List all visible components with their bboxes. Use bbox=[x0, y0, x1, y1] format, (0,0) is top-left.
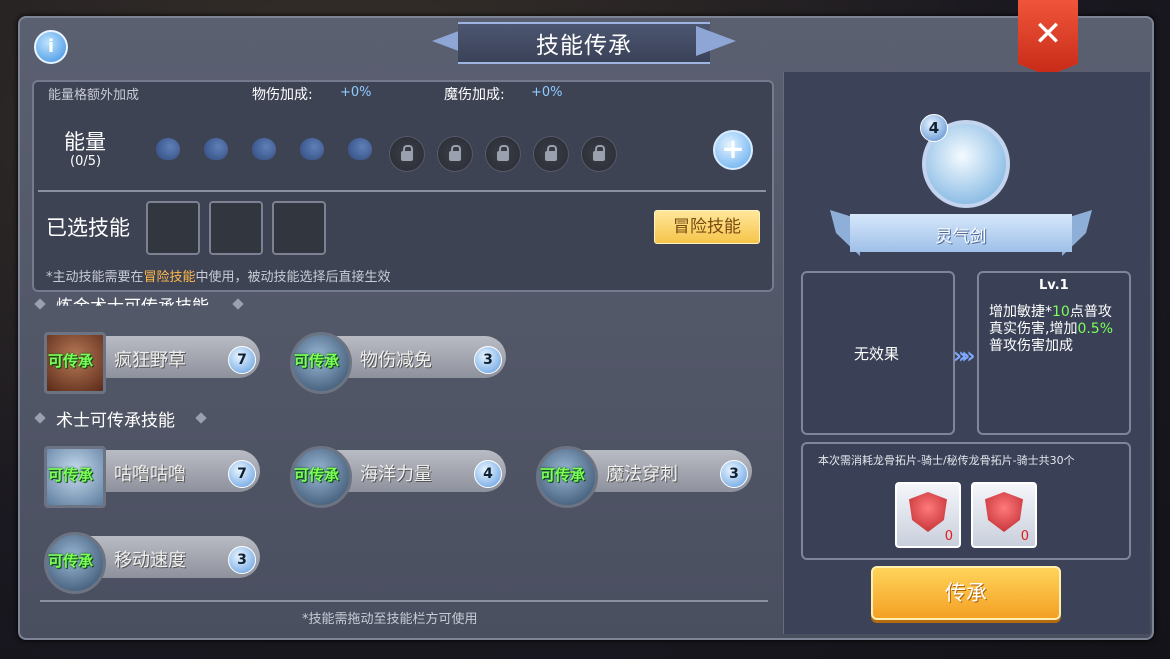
current-effect: 无效果 bbox=[854, 345, 900, 363]
skill-name: 海洋力量 bbox=[360, 464, 432, 485]
energy-label: 能量 bbox=[64, 130, 106, 154]
skill-name-ribbon: 灵气剑 bbox=[830, 210, 1092, 256]
inheritable-tag: 可传承 bbox=[48, 552, 94, 570]
inheritable-tag: 可传承 bbox=[48, 466, 94, 484]
cost-description: 本次需消耗龙骨拓片-骑士/秘传龙骨拓片-骑士共30个 bbox=[818, 454, 1075, 467]
add-energy-button[interactable]: + bbox=[713, 130, 753, 170]
title-banner: 技能传承 bbox=[432, 20, 736, 64]
note-highlight: 冒险技能 bbox=[143, 270, 196, 285]
energy-count: (0/5) bbox=[70, 154, 102, 169]
energy-slot-icon bbox=[154, 136, 182, 164]
skill-card[interactable]: 可传承 疯狂野草 7 bbox=[44, 332, 264, 394]
lock-icon[interactable] bbox=[437, 136, 473, 172]
lock-icon[interactable] bbox=[389, 136, 425, 172]
magic-bonus-value: +0% bbox=[531, 85, 563, 100]
inherit-button[interactable]: 传承 bbox=[871, 566, 1061, 620]
inheritable-tag: 可传承 bbox=[540, 466, 586, 484]
skill-name: 魔法穿刺 bbox=[606, 464, 678, 485]
info-icon[interactable]: i bbox=[34, 30, 68, 64]
arrow-right-icon: »» bbox=[953, 344, 976, 369]
lock-icon[interactable] bbox=[485, 136, 521, 172]
phys-bonus-value: +0% bbox=[340, 85, 372, 100]
selected-skill-slot[interactable] bbox=[146, 201, 200, 255]
skill-level: 7 bbox=[228, 346, 256, 374]
cost-item[interactable]: 0 bbox=[971, 482, 1037, 548]
selected-skill-slot[interactable] bbox=[209, 201, 263, 255]
cost-item[interactable]: 0 bbox=[895, 482, 961, 548]
selected-skill-slot[interactable] bbox=[272, 201, 326, 255]
skill-level: 4 bbox=[474, 460, 502, 488]
cost-item-count: 0 bbox=[944, 529, 953, 544]
inheritable-tag: 可传承 bbox=[294, 352, 340, 370]
drag-hint: *技能需拖动至技能栏方可使用 bbox=[302, 612, 478, 627]
divider bbox=[38, 190, 766, 192]
inheritable-tag: 可传承 bbox=[48, 352, 94, 370]
divider bbox=[40, 600, 768, 602]
skill-name: 咕噜咕噜 bbox=[114, 464, 186, 485]
next-level-label: Lv.1 bbox=[1039, 278, 1069, 293]
skill-name: 移动速度 bbox=[114, 550, 186, 571]
page-title: 技能传承 bbox=[536, 33, 632, 59]
skill-card[interactable]: 可传承 海洋力量 4 bbox=[290, 446, 510, 508]
section-title: 术士可传承技能 bbox=[56, 411, 175, 431]
lock-icon[interactable] bbox=[581, 136, 617, 172]
phys-bonus-label: 物伤加成: bbox=[252, 87, 313, 103]
secret-dragon-bone-rubbing-icon bbox=[985, 492, 1023, 532]
skill-card[interactable]: 可传承 移动速度 3 bbox=[44, 532, 264, 594]
energy-bonus-label: 能量格额外加成 bbox=[48, 88, 140, 103]
skill-level: 3 bbox=[720, 460, 748, 488]
skill-emblem: 4 bbox=[900, 100, 1024, 224]
lock-icon[interactable] bbox=[533, 136, 569, 172]
energy-panel bbox=[32, 80, 774, 292]
inheritable-tag: 可传承 bbox=[294, 466, 340, 484]
skill-name: 物伤减免 bbox=[360, 350, 432, 371]
skill-level-badge: 4 bbox=[920, 114, 948, 142]
cost-item-count: 0 bbox=[1020, 529, 1029, 544]
skill-usage-note: *主动技能需要在冒险技能中使用，被动技能选择后直接生效 bbox=[46, 270, 391, 285]
skill-level: 3 bbox=[228, 546, 256, 574]
skill-card[interactable]: 可传承 物伤减免 3 bbox=[290, 332, 510, 394]
skill-card[interactable]: 可传承 咕噜咕噜 7 bbox=[44, 446, 264, 508]
next-effect-text: 增加敏捷*10点普攻真实伤害,增加0.5%普攻伤害加成 bbox=[989, 304, 1114, 354]
selected-skills-label: 已选技能 bbox=[46, 216, 130, 240]
selected-skill-name: 灵气剑 bbox=[935, 227, 987, 247]
energy-slot-icon bbox=[250, 136, 278, 164]
close-icon[interactable]: ✕ bbox=[1018, 14, 1078, 54]
dragon-bone-rubbing-icon bbox=[909, 492, 947, 532]
energy-slot-icon bbox=[346, 136, 374, 164]
skill-level: 7 bbox=[228, 460, 256, 488]
skill-level: 3 bbox=[474, 346, 502, 374]
energy-slot-icon bbox=[298, 136, 326, 164]
skill-name: 疯狂野草 bbox=[114, 350, 186, 371]
skill-card[interactable]: 可传承 魔法穿刺 3 bbox=[536, 446, 756, 508]
energy-slot-icon bbox=[202, 136, 230, 164]
magic-bonus-label: 魔伤加成: bbox=[444, 87, 505, 103]
adventure-skill-button[interactable]: 冒险技能 bbox=[654, 210, 760, 244]
